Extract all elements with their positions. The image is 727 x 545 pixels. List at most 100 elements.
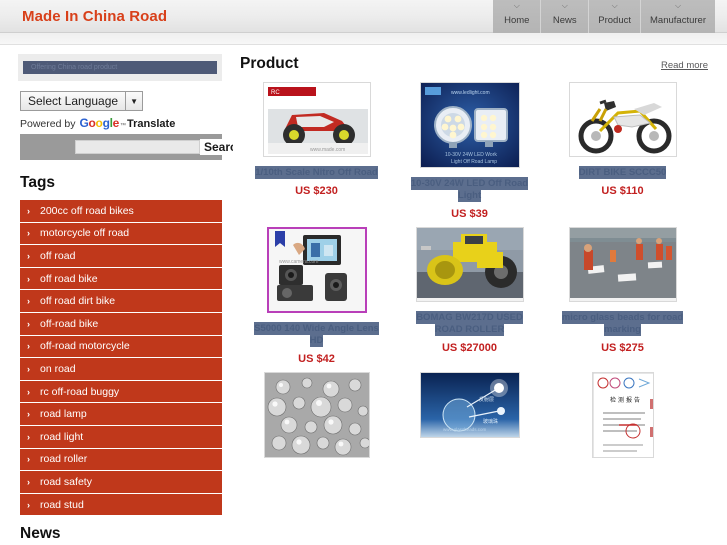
product-card[interactable] (240, 372, 393, 474)
nav-item-product[interactable]: ⌵ Product (589, 0, 642, 33)
tag-item[interactable]: › road light (20, 425, 222, 449)
product-thumbnail-led-work-lights[interactable]: www.ledlight.com 10-30V 24W LED Work Lig… (419, 82, 520, 168)
product-title[interactable]: DIRT BIKE SCCC50 (559, 166, 687, 179)
promo-banner-text: Offering China road product (31, 64, 118, 71)
site-header: Made In China Road ⌵ Home ⌵ News ⌵ Produ… (0, 0, 727, 33)
page-root: Made In China Road ⌵ Home ⌵ News ⌵ Produ… (0, 0, 727, 545)
svg-text:反射层: 反射层 (479, 396, 494, 403)
product-card[interactable]: 检测报告 (546, 372, 699, 474)
promo-banner: Offering China road product (18, 54, 222, 81)
header-divider-strip (0, 33, 727, 45)
chevron-right-icon: › (27, 341, 30, 352)
tag-item[interactable]: › off road bike (20, 267, 222, 291)
product-title[interactable]: S5000 140 Wide Angle Lens HD (253, 322, 381, 347)
tag-item[interactable]: › rc off-road buggy (20, 380, 222, 404)
tag-item[interactable]: › motorcycle off road (20, 222, 222, 246)
nav-item-manufacturer[interactable]: ⌵ Manufacturer (641, 0, 715, 33)
trademark-symbol: ™ (120, 123, 127, 129)
tag-label: road roller (40, 453, 88, 466)
product-title[interactable]: micro glass beads for road marking (559, 311, 687, 336)
chevron-right-icon: › (27, 363, 30, 374)
svg-text:www.made.com: www.made.com (310, 147, 345, 153)
tag-item[interactable]: › road roller (20, 448, 222, 472)
chevron-down-icon: ▼ (125, 92, 142, 110)
product-price: US $39 (451, 208, 488, 220)
select-language-dropdown[interactable]: Select Language ▼ (20, 91, 144, 111)
google-logo: Google (79, 116, 120, 130)
product-card[interactable]: RC www.made.com 1/10th Scale Nitro Off R… (240, 82, 393, 220)
page-title: Product (240, 55, 299, 72)
product-thumbnail-road-roller[interactable] (415, 227, 524, 302)
nav-label-home: Home (504, 15, 530, 26)
chevron-right-icon: › (27, 273, 30, 284)
product-price: US $230 (295, 185, 338, 197)
tag-item[interactable]: › road stud (20, 493, 222, 517)
product-card[interactable]: DIRT BIKE SCCC50 US $110 (546, 82, 699, 220)
product-title[interactable]: BOMAG BW217D USED ROAD ROLLER (406, 311, 534, 336)
tag-item[interactable]: › off road (20, 245, 222, 268)
sidebar: Offering China road product Select Langu… (0, 45, 247, 544)
search-bar: Search (20, 134, 247, 160)
chevron-down-icon: ⌵ (561, 1, 568, 10)
search-input[interactable] (75, 140, 200, 154)
svg-text:玻璃珠: 玻璃珠 (483, 418, 498, 425)
chevron-right-icon: › (27, 296, 30, 307)
product-card[interactable]: micro glass beads for road marking US $2… (546, 227, 699, 365)
chevron-down-icon: ⌵ (674, 1, 682, 10)
tag-label: road stud (40, 498, 84, 511)
chevron-right-icon: › (27, 228, 30, 239)
tag-item[interactable]: › road safety (20, 471, 222, 494)
tags-heading: Tags (20, 174, 56, 191)
product-thumbnail-rc-monster-truck[interactable]: RC www.made.com (262, 82, 371, 157)
product-card[interactable]: www.camera.com S5000 140 Wide Angle Lens… (240, 227, 393, 365)
product-thumbnail-dash-camera[interactable]: www.camera.com (266, 227, 367, 313)
tag-item[interactable]: › road lamp (20, 403, 222, 426)
product-thumbnail-blue-tech-graphic[interactable]: 反射层 玻璃珠 www.glassbeads.com (419, 372, 520, 438)
main-nav: ⌵ Home ⌵ News ⌵ Product ⌵ Manufacturer (493, 0, 715, 33)
product-thumbnail-certificate-document[interactable]: 检测报告 (591, 372, 654, 458)
product-thumbnail-road-marking-crew[interactable] (568, 227, 677, 302)
tag-item[interactable]: › off-road motorcycle (20, 335, 222, 359)
chevron-right-icon: › (27, 476, 30, 487)
tag-label: road light (40, 430, 84, 443)
tag-item[interactable]: › off-road bike (20, 312, 222, 336)
tag-label: 200cc off road bikes (40, 204, 134, 217)
select-language-label: Select Language (28, 94, 119, 108)
tag-label: off road bike (40, 272, 98, 285)
nav-item-home[interactable]: ⌵ Home (493, 0, 542, 33)
product-card[interactable]: BOMAG BW217D USED ROAD ROLLER US $27000 (393, 227, 546, 365)
powered-by-google-translate: Powered by Google ™ Translate (20, 116, 233, 130)
svg-text:10-30V 24W LED Work: 10-30V 24W LED Work (445, 152, 497, 158)
svg-text:www.camera.com: www.camera.com (279, 259, 318, 265)
product-title[interactable]: 10-30V 24W LED Off Road Light (406, 177, 534, 202)
product-thumbnail-dirt-bike[interactable] (568, 82, 677, 157)
product-card[interactable]: 反射层 玻璃珠 www.glassbeads.com (393, 372, 546, 474)
nav-item-news[interactable]: ⌵ News (541, 0, 590, 33)
tag-label: off-road bike (40, 317, 99, 330)
product-price: US $275 (601, 342, 644, 354)
product-title[interactable]: 1/10th Scale Nitro Off Road (253, 166, 381, 179)
tag-label: off road dirt bike (40, 295, 116, 308)
promo-banner-bar: Offering China road product (23, 61, 217, 74)
product-grid: RC www.made.com 1/10th Scale Nitro Off R… (233, 73, 719, 481)
site-title: Made In China Road (22, 8, 168, 25)
powered-by-prefix: Powered by (20, 118, 76, 130)
chevron-right-icon: › (27, 205, 30, 216)
chevron-right-icon: › (27, 454, 30, 465)
tag-item[interactable]: › 200cc off road bikes (20, 200, 222, 223)
tag-item[interactable]: › off road dirt bike (20, 290, 222, 313)
product-thumbnail-glass-beads-macro[interactable] (263, 372, 370, 458)
chevron-right-icon: › (27, 409, 30, 420)
product-price: US $42 (298, 353, 335, 365)
main-content: Product Read more RC www.made.com 1/10th… (233, 45, 727, 544)
body-wrapper: Offering China road product Select Langu… (0, 45, 727, 544)
product-card[interactable]: www.ledlight.com 10-30V 24W LED Work Lig… (393, 82, 546, 220)
chevron-right-icon: › (27, 318, 30, 329)
chevron-down-icon: ⌵ (611, 1, 618, 10)
read-more-link[interactable]: Read more (661, 60, 708, 71)
tag-item[interactable]: › on road (20, 358, 222, 381)
tag-label: road lamp (40, 408, 87, 421)
translate-word: Translate (127, 118, 176, 130)
tag-label: motorcycle off road (40, 227, 130, 240)
svg-text:RC: RC (271, 90, 280, 96)
